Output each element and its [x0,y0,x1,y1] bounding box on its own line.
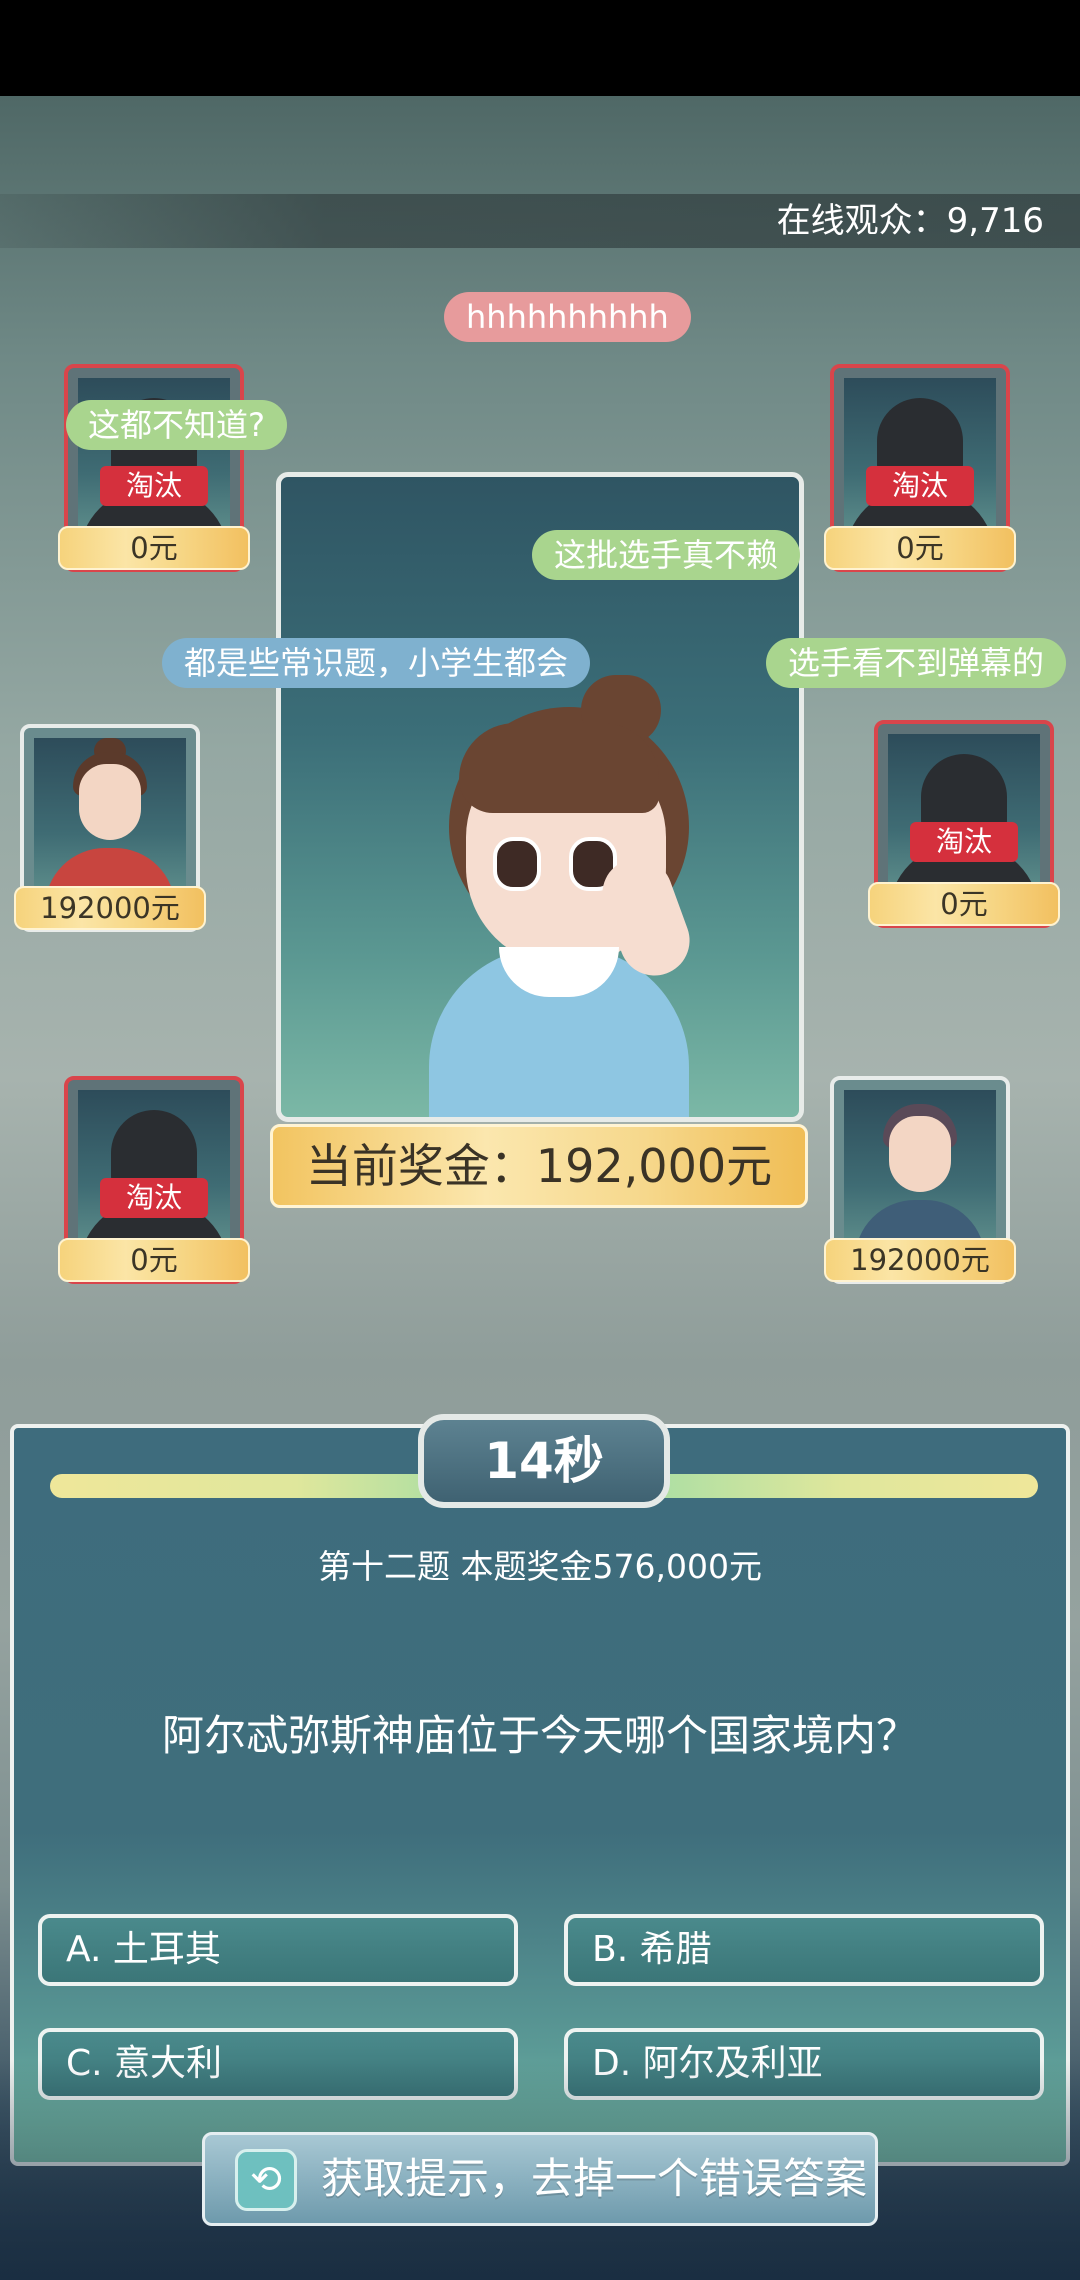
question-panel: 14秒 第十二题 本题奖金576,000元 阿尔忒弥斯神庙位于今天哪个国家境内？… [10,1414,1070,2166]
player-card[interactable]: 淘汰 0元 [824,364,1016,572]
player-portrait: 淘汰 [78,1090,230,1250]
player-money: 0元 [824,526,1016,570]
player-card[interactable]: 淘汰 0元 [868,720,1060,928]
face [79,764,141,840]
player-card[interactable]: 192000元 [14,724,206,932]
danmaku-comment: hhhhhhhhhh [444,292,691,342]
host-eye [493,837,541,891]
current-prize: 当前奖金：192,000元 [270,1124,808,1208]
host-bangs [459,723,659,813]
countdown-timer: 14秒 [418,1414,670,1508]
question-meta: 第十二题 本题奖金576,000元 [318,1547,762,1586]
eliminated-badge: 淘汰 [100,1178,208,1218]
answer-option-a[interactable]: A. 土耳其 [38,1914,518,1986]
eliminated-badge: 淘汰 [100,466,208,506]
hint-label: 获取提示，去掉一个错误答案 [321,2154,868,2203]
player-portrait: 淘汰 [844,378,996,538]
player-money: 0元 [58,526,250,570]
player-card[interactable]: 192000元 [824,1076,1016,1284]
danmaku-comment: 都是些常识题，小学生都会 [162,638,591,688]
eliminated-badge: 淘汰 [910,822,1018,862]
get-hint-button[interactable]: ⟲ 获取提示，去掉一个错误答案 [202,2132,878,2226]
player-card[interactable]: 淘汰 0元 [58,364,250,572]
danmaku-comment: 这批选手真不赖 [532,530,801,580]
player-money: 192000元 [14,886,206,930]
player-money: 0元 [58,1238,250,1282]
danmaku-comment: 这都不知道? [66,400,287,450]
player-money: 192000元 [824,1238,1016,1282]
eliminated-badge: 淘汰 [866,466,974,506]
player-portrait: 淘汰 [888,734,1040,894]
player-card[interactable]: 淘汰 0元 [58,1076,250,1284]
danmaku-comment: 选手看不到弹幕的 [766,638,1067,688]
game-stage: 在线观众：9,716 hhhhhhhhhh 淘汰 0元 淘汰 0元 192000… [0,96,1080,2280]
player-portrait [34,738,186,898]
online-viewers-count: 在线观众：9,716 [776,201,1044,241]
player-money: 0元 [868,882,1060,926]
online-viewers-bar: 在线观众：9,716 [0,194,1080,248]
answer-option-c[interactable]: C. 意大利 [38,2028,518,2100]
face [889,1116,951,1192]
player-portrait [844,1090,996,1250]
play-rewind-icon: ⟲ [235,2149,297,2211]
answer-option-d[interactable]: D. 阿尔及利亚 [564,2028,1044,2100]
question-text: 阿尔忒弥斯神庙位于今天哪个国家境内？ [161,1711,918,1760]
answer-option-b[interactable]: B. 希腊 [564,1914,1044,1986]
